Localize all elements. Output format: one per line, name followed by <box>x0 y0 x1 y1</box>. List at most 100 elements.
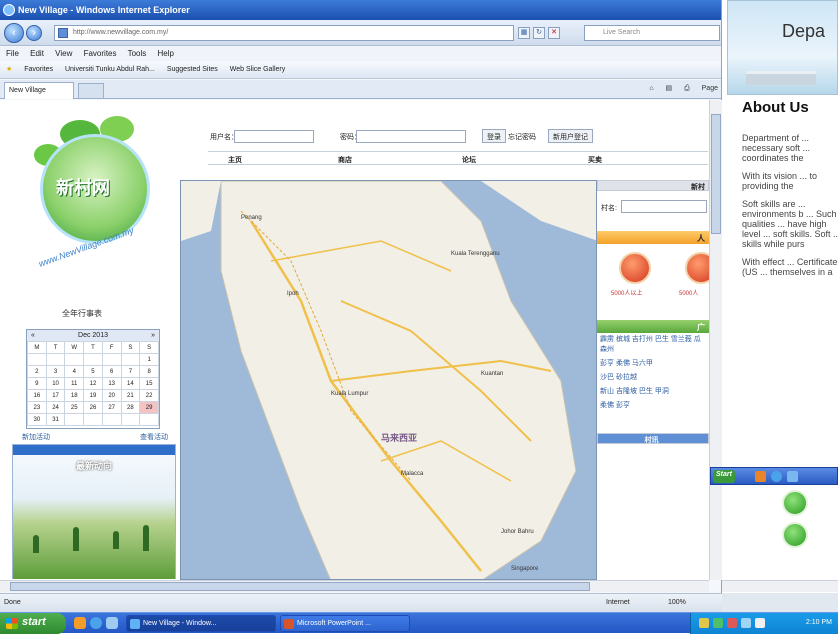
menu-file[interactable]: File <box>6 49 19 58</box>
cal-day[interactable]: 25 <box>64 401 85 414</box>
cal-day[interactable]: 15 <box>139 377 159 390</box>
refresh-icon[interactable]: ↻ <box>533 27 545 39</box>
nav-home[interactable]: 主页 <box>228 155 242 165</box>
cal-day-today[interactable]: 29 <box>139 401 159 414</box>
cal-day[interactable]: 21 <box>120 389 141 402</box>
cal-day[interactable] <box>27 353 47 366</box>
population-label-2[interactable]: 5000人 <box>679 288 698 297</box>
horizontal-scrollbar[interactable] <box>0 580 709 592</box>
new-tab-button[interactable] <box>78 83 104 98</box>
cal-day[interactable] <box>120 353 141 366</box>
cal-day[interactable]: 13 <box>101 377 122 390</box>
site-logo[interactable]: 新村网 www.NewVillage.com.my <box>20 114 170 269</box>
window-titlebar[interactable]: New Village - Windows Internet Explorer <box>0 0 721 20</box>
favorites-button[interactable]: Favorites <box>24 66 53 73</box>
print-icon[interactable]: ⎙ <box>684 85 690 92</box>
quicklaunch-firefox-icon[interactable] <box>74 617 86 629</box>
cal-day[interactable] <box>83 353 103 366</box>
cal-day[interactable]: 14 <box>120 377 141 390</box>
cal-day[interactable]: 23 <box>27 401 47 414</box>
cal-prev[interactable]: « <box>31 332 35 339</box>
forgot-password-link[interactable]: 忘记密码 <box>508 132 536 142</box>
cal-day[interactable]: 19 <box>83 389 103 402</box>
green-action-icon-1[interactable] <box>782 490 808 516</box>
taskbar-ie-button[interactable]: New Village - Window... <box>126 615 276 632</box>
cal-day[interactable] <box>64 413 85 426</box>
cal-day[interactable]: 5 <box>83 365 103 378</box>
cal-day[interactable]: 26 <box>83 401 103 414</box>
region-tags-3[interactable]: 沙巴 砂拉越 <box>597 371 709 385</box>
region-tags-2[interactable]: 彭亨 柔佛 马六甲 <box>597 357 709 371</box>
firefox-icon[interactable] <box>755 471 766 482</box>
menu-favorites[interactable]: Favorites <box>84 49 117 58</box>
page-menu[interactable]: Page <box>702 85 718 92</box>
region-tags-1[interactable]: 霹雳 槟城 吉打州 巴生 雪兰莪 瓜 森州 <box>597 333 709 357</box>
menu-help[interactable]: Help <box>158 49 174 58</box>
register-button[interactable]: 新用户登记 <box>548 129 593 143</box>
cal-day[interactable] <box>139 413 159 426</box>
menu-view[interactable]: View <box>55 49 72 58</box>
cal-day[interactable]: 2 <box>27 365 47 378</box>
view-events-link[interactable]: 查看活动 <box>140 432 168 442</box>
volume-icon[interactable] <box>755 618 765 628</box>
nav-trade[interactable]: 买卖 <box>588 155 602 165</box>
menu-edit[interactable]: Edit <box>30 49 44 58</box>
taskbar-ppt-button[interactable]: Microsoft PowerPoint ... <box>280 615 410 632</box>
home-icon[interactable]: ⌂ <box>649 85 653 92</box>
cal-day[interactable] <box>64 353 85 366</box>
username-input[interactable] <box>234 130 314 143</box>
quicklaunch-ie-icon[interactable] <box>90 617 102 629</box>
cal-day[interactable]: 8 <box>139 365 159 378</box>
vertical-scrollbar[interactable] <box>709 100 722 580</box>
tray-icon-3[interactable] <box>727 618 737 628</box>
ppt-scrollbar[interactable] <box>722 580 838 592</box>
cal-day[interactable]: 10 <box>45 377 66 390</box>
cal-day[interactable]: 4 <box>64 365 85 378</box>
menu-tools[interactable]: Tools <box>128 49 147 58</box>
cal-day[interactable]: 22 <box>139 389 159 402</box>
cal-day[interactable]: 7 <box>120 365 141 378</box>
cal-day[interactable] <box>83 413 103 426</box>
add-event-link[interactable]: 新加活动 <box>22 434 50 441</box>
cal-day[interactable] <box>101 353 122 366</box>
search-input[interactable]: Live Search <box>584 25 720 41</box>
region-tags-5[interactable]: 柔佛 彭亨 <box>597 399 709 413</box>
cal-day[interactable]: 28 <box>120 401 141 414</box>
start-button[interactable]: start <box>0 613 66 634</box>
quicklaunch-desktop-icon[interactable] <box>106 617 118 629</box>
tray-icon-2[interactable] <box>713 618 723 628</box>
cal-day[interactable]: 6 <box>101 365 122 378</box>
cal-day[interactable]: 3 <box>45 365 66 378</box>
region-tags-4[interactable]: 新山 吉隆坡 巴生 甲洞 <box>597 385 709 399</box>
tab-new-village[interactable]: New Village <box>4 82 74 99</box>
ie-quicklaunch-icon[interactable] <box>771 471 782 482</box>
cal-day[interactable]: 9 <box>27 377 47 390</box>
nav-forum[interactable]: 论坛 <box>462 155 476 165</box>
village-name-input[interactable] <box>621 200 707 213</box>
cal-day[interactable]: 31 <box>45 413 66 426</box>
cal-day[interactable] <box>120 413 141 426</box>
cal-day[interactable]: 11 <box>64 377 85 390</box>
back-icon[interactable]: ‹ <box>4 23 24 43</box>
cal-day[interactable]: 12 <box>83 377 103 390</box>
cal-day[interactable]: 30 <box>27 413 47 426</box>
zoom-level[interactable]: 100% <box>668 599 686 606</box>
clock[interactable]: 2:10 PM <box>806 619 832 626</box>
network-icon[interactable] <box>741 618 751 628</box>
green-action-icon-2[interactable] <box>782 522 808 548</box>
feeds-icon[interactable]: ▤ <box>666 85 673 92</box>
cal-day[interactable]: 24 <box>45 401 66 414</box>
password-input[interactable] <box>356 130 466 143</box>
cal-day[interactable]: 27 <box>101 401 122 414</box>
forward-icon[interactable]: › <box>26 25 42 41</box>
tray-icon-1[interactable] <box>699 618 709 628</box>
explorer-icon[interactable] <box>787 471 798 482</box>
login-button[interactable]: 登录 <box>482 129 506 143</box>
cal-day[interactable] <box>101 413 122 426</box>
cal-day[interactable] <box>45 353 66 366</box>
cal-day[interactable]: 20 <box>101 389 122 402</box>
fav-link-utar[interactable]: Universiti Tunku Abdul Rah... <box>65 66 155 73</box>
cal-day[interactable]: 18 <box>64 389 85 402</box>
cal-next[interactable]: » <box>151 332 155 339</box>
population-label-1[interactable]: 5000人以上 <box>611 288 642 297</box>
